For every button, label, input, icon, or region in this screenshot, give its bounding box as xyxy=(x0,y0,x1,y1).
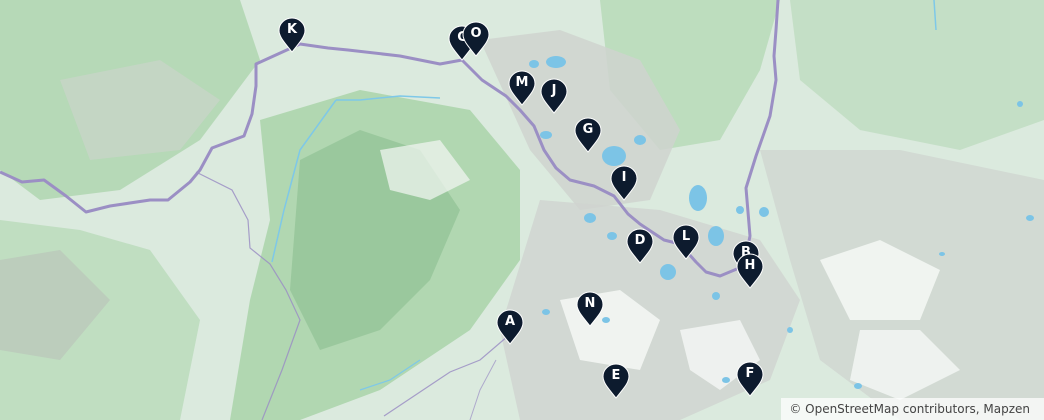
map-marker-o[interactable]: O xyxy=(462,21,490,57)
map-marker-m[interactable]: M xyxy=(508,70,536,106)
map-canvas[interactable]: K C O M J G I D L B H A N E F © OpenStre… xyxy=(0,0,1044,420)
map-pin-icon xyxy=(610,165,638,201)
map-marker-e[interactable]: E xyxy=(602,363,630,399)
map-pin-icon xyxy=(508,70,536,106)
map-pin-icon xyxy=(278,17,306,53)
map-pin-icon xyxy=(496,309,524,345)
map-marker-h[interactable]: H xyxy=(736,253,764,289)
map-pin-icon xyxy=(462,21,490,57)
map-pin-icon xyxy=(672,224,700,260)
map-marker-j[interactable]: J xyxy=(540,78,568,114)
map-marker-d[interactable]: D xyxy=(626,228,654,264)
map-marker-g[interactable]: G xyxy=(574,117,602,153)
map-pin-icon xyxy=(574,117,602,153)
map-marker-k[interactable]: K xyxy=(278,17,306,53)
map-attribution[interactable]: © OpenStreetMap contributors, Mapzen xyxy=(781,398,1044,420)
map-pin-icon xyxy=(736,361,764,397)
map-pin-icon xyxy=(576,291,604,327)
map-marker-i[interactable]: I xyxy=(610,165,638,201)
map-marker-l[interactable]: L xyxy=(672,224,700,260)
map-pin-icon xyxy=(602,363,630,399)
terrain-basemap xyxy=(0,0,1044,420)
map-marker-f[interactable]: F xyxy=(736,361,764,397)
map-pin-icon xyxy=(626,228,654,264)
map-pin-icon xyxy=(736,253,764,289)
map-pin-icon xyxy=(540,78,568,114)
map-marker-n[interactable]: N xyxy=(576,291,604,327)
map-marker-a[interactable]: A xyxy=(496,309,524,345)
